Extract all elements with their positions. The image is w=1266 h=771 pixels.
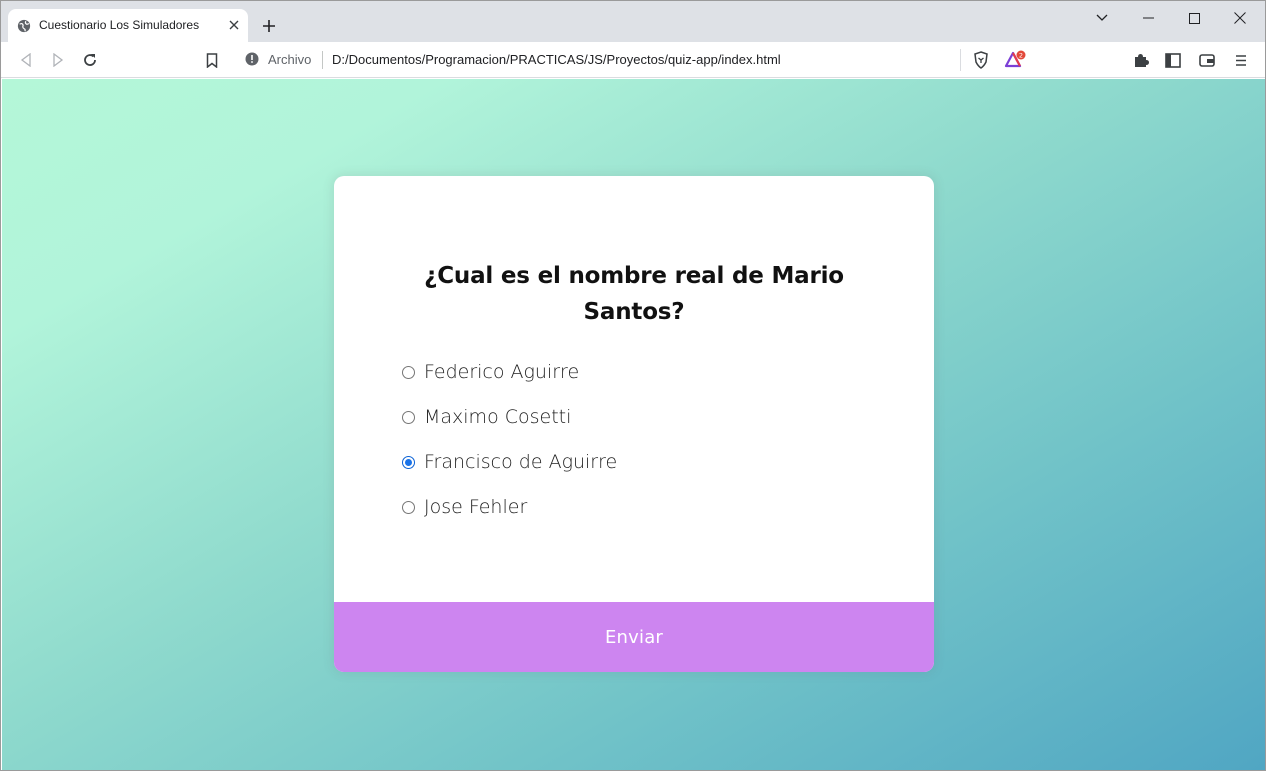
scheme-label: Archivo	[268, 52, 312, 67]
brave-rewards-icon[interactable]: 2	[1003, 48, 1027, 72]
tab-title: Cuestionario Los Simuladores	[39, 18, 200, 32]
wallet-icon[interactable]	[1195, 48, 1219, 72]
page-background: ¿Cual es el nombre real de Mario Santos?…	[2, 79, 1265, 770]
answer-label[interactable]: Jose Fehler	[424, 496, 527, 518]
radio-button[interactable]	[402, 500, 415, 514]
answer-label[interactable]: Maximo Cosetti	[424, 406, 571, 428]
quiz-question: ¿Cual es el nombre real de Mario Santos?	[424, 263, 844, 325]
rewards-badge-count: 2	[1019, 51, 1023, 59]
quiz-card: ¿Cual es el nombre real de Mario Santos?…	[334, 176, 934, 672]
reload-icon[interactable]	[78, 48, 102, 72]
tab-close-icon[interactable]	[226, 17, 242, 33]
answer-label[interactable]: Francisco de Aguirre	[424, 451, 617, 473]
sidebar-icon[interactable]	[1161, 48, 1185, 72]
browser-window: Cuestionario Los Simuladores Archivo D:/…	[0, 0, 1266, 771]
submit-button[interactable]: Enviar	[334, 602, 934, 672]
extensions-icon[interactable]	[1129, 48, 1153, 72]
new-tab-icon[interactable]	[258, 15, 280, 37]
radio-button[interactable]	[402, 410, 415, 424]
answer-option[interactable]: Federico Aguirre	[402, 357, 579, 387]
answer-label[interactable]: Federico Aguirre	[424, 361, 579, 383]
minimize-icon[interactable]	[1126, 5, 1170, 31]
bookmark-icon[interactable]	[200, 48, 224, 72]
radio-button-selected[interactable]	[402, 455, 415, 469]
tab-strip: Cuestionario Los Simuladores	[1, 1, 1265, 42]
tab-search-chevron-icon[interactable]	[1080, 5, 1124, 31]
answer-option[interactable]: Francisco de Aguirre	[402, 447, 617, 477]
menu-icon[interactable]	[1229, 48, 1253, 72]
info-icon[interactable]	[245, 52, 259, 66]
brave-shields-icon[interactable]	[969, 48, 993, 72]
back-icon[interactable]	[14, 48, 38, 72]
omnibox-divider	[960, 49, 961, 71]
address-divider	[322, 51, 323, 69]
url-text[interactable]: D:/Documentos/Programacion/PRACTICAS/JS/…	[332, 52, 781, 67]
maximize-icon[interactable]	[1172, 5, 1216, 31]
tab-active[interactable]: Cuestionario Los Simuladores	[8, 9, 248, 42]
globe-icon	[17, 19, 31, 33]
close-window-icon[interactable]	[1218, 5, 1262, 31]
forward-icon[interactable]	[46, 48, 70, 72]
answer-option[interactable]: Jose Fehler	[402, 492, 527, 522]
answer-option[interactable]: Maximo Cosetti	[402, 402, 571, 432]
radio-button[interactable]	[402, 365, 415, 379]
